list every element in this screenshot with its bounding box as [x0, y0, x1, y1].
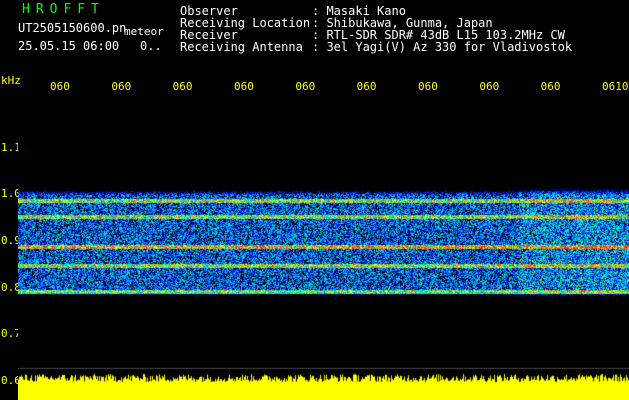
spectrogram-plot	[18, 100, 629, 370]
signal-level-strip	[18, 370, 629, 400]
file-suffix: meteor	[124, 25, 164, 38]
x-tick-label: 060	[111, 80, 132, 93]
date-extra: 0..	[140, 39, 162, 53]
x-tick-label: 060	[479, 80, 500, 93]
y-unit-label: kHz	[1, 74, 21, 87]
antenna-value: : 3el Yagi(V) Az 330 for Vladivostok	[312, 40, 573, 54]
x-tick-label: 060	[50, 80, 70, 93]
date-time: 25.05.15 06:00	[18, 39, 120, 53]
x-tick-label: 060	[234, 80, 254, 93]
spectrogram-window: HROFFT UT2505150600.pn meteor 25.05.15 0…	[0, 0, 629, 400]
x-tick-label: 060	[356, 80, 377, 93]
x-tick-label: 060	[295, 80, 316, 93]
x-tick-label: 060	[172, 80, 193, 93]
x-tick-label: 060	[540, 80, 561, 93]
x-tick-label: 060	[418, 80, 438, 93]
x-tick-label: 0610	[602, 80, 629, 93]
file-name: UT2505150600.pn	[18, 21, 127, 35]
brand-title: HROFFT	[22, 2, 105, 17]
antenna-label: Receiving Antenna	[180, 40, 303, 54]
